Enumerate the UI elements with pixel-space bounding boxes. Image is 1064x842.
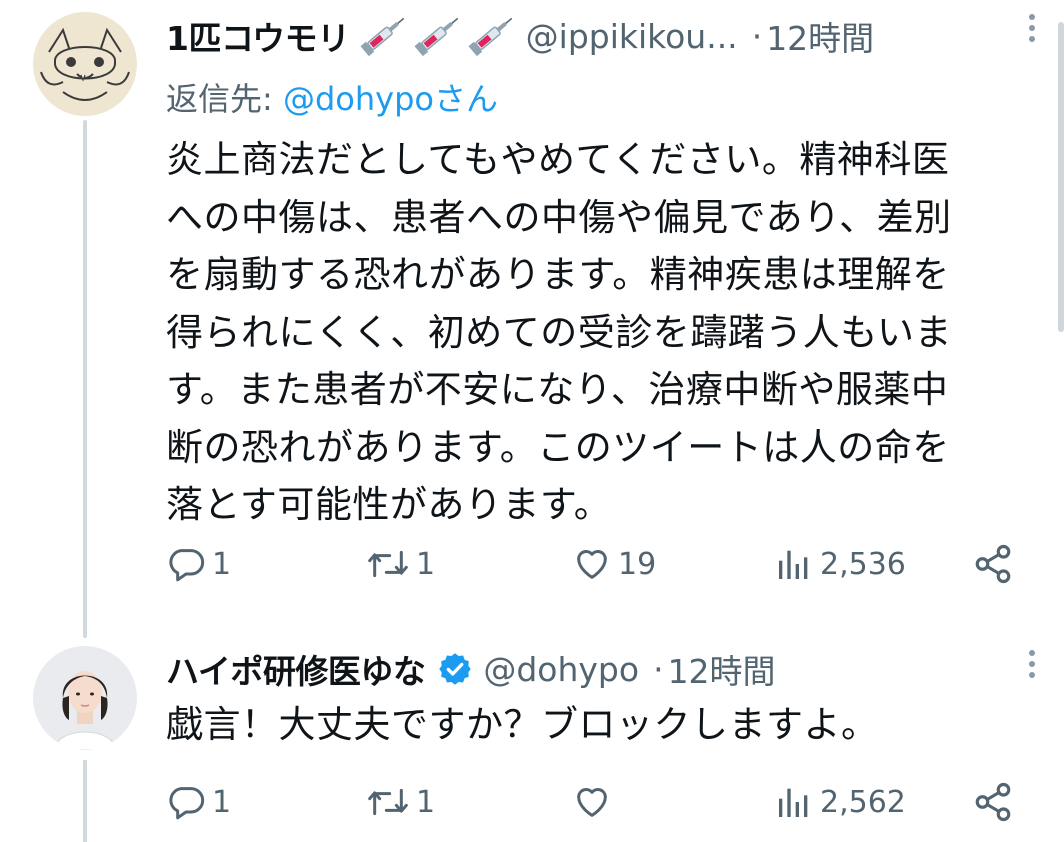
reply-count: 1 — [212, 546, 232, 582]
reply-button[interactable]: 1 — [166, 540, 231, 588]
retweet-button[interactable]: 1 — [366, 540, 435, 588]
syringe-icon — [414, 17, 458, 56]
tweet-actions: 1 1 2,562 — [166, 778, 1046, 826]
tweet-header: 1匹コウモリ @ippikikou... · 12時間 — [166, 12, 874, 60]
retweet-icon — [368, 788, 408, 816]
syringe-icon — [468, 17, 512, 56]
avatar[interactable] — [33, 646, 137, 750]
tweet-header: ハイポ研修医ゆな @dohypo · 12時間 — [166, 645, 776, 693]
avatar[interactable] — [33, 12, 137, 116]
bat-drawing-avatar-icon — [33, 12, 137, 116]
tweet-timestamp[interactable]: 12時間 — [766, 12, 874, 60]
thread-connector-line-bottom — [83, 760, 87, 842]
reply-to-label: 返信先: — [166, 80, 283, 118]
heart-icon — [577, 788, 607, 817]
verified-badge — [437, 651, 473, 687]
like-button[interactable]: 19 — [572, 540, 656, 588]
separator-dot: · — [653, 649, 664, 689]
reply-icon — [169, 787, 205, 820]
retweet-icon — [368, 550, 408, 578]
share-button[interactable] — [972, 778, 1014, 826]
view-count: 2,536 — [820, 546, 906, 582]
tweet-timestamp[interactable]: 12時間 — [668, 645, 776, 693]
view-count: 2,562 — [820, 784, 906, 820]
tweet-text: 炎上商法だとしてもやめてください。精神科医 への中傷は、患者への中傷や偏見であり… — [166, 138, 953, 526]
scrollbar[interactable] — [1058, 22, 1064, 332]
views-button[interactable]: 2,536 — [774, 540, 906, 588]
share-button[interactable] — [972, 540, 1014, 588]
more-options-icon[interactable] — [1028, 14, 1036, 42]
thread-connector-line — [83, 120, 87, 638]
user-handle[interactable]: @ippikikou... — [526, 17, 738, 56]
views-button[interactable]: 2,562 — [774, 778, 906, 826]
reply-to-mention[interactable]: @dohypoさん — [283, 80, 498, 118]
reply-count: 1 — [212, 784, 232, 820]
analytics-icon — [779, 788, 808, 817]
syringe-icon — [360, 17, 404, 56]
display-name[interactable]: ハイポ研修医ゆな — [166, 645, 426, 693]
reply-button[interactable]: 1 — [166, 778, 231, 826]
share-icon — [975, 782, 1011, 822]
like-button[interactable] — [572, 778, 618, 826]
reply-to-line: 返信先: @dohypoさん — [166, 74, 498, 120]
user-handle[interactable]: @dohypo — [483, 650, 639, 689]
retweet-button[interactable]: 1 — [366, 778, 435, 826]
retweet-count: 1 — [416, 784, 436, 820]
reply-icon — [169, 549, 205, 582]
display-name[interactable]: 1匹コウモリ — [166, 12, 350, 60]
separator-dot: · — [751, 16, 763, 56]
tweet-actions: 1 1 19 2,536 — [166, 540, 1046, 588]
tweet-text: 戯言！大丈夫ですか？ブロックしますよ。 — [166, 703, 879, 746]
heart-icon — [577, 550, 607, 579]
profile-photo-avatar-icon — [33, 646, 137, 750]
like-count: 19 — [618, 546, 657, 582]
analytics-icon — [779, 550, 808, 579]
more-options-icon[interactable] — [1028, 650, 1036, 678]
share-icon — [975, 544, 1011, 584]
retweet-count: 1 — [416, 546, 436, 582]
name-emoji-group — [356, 16, 516, 56]
verified-icon — [439, 653, 472, 685]
